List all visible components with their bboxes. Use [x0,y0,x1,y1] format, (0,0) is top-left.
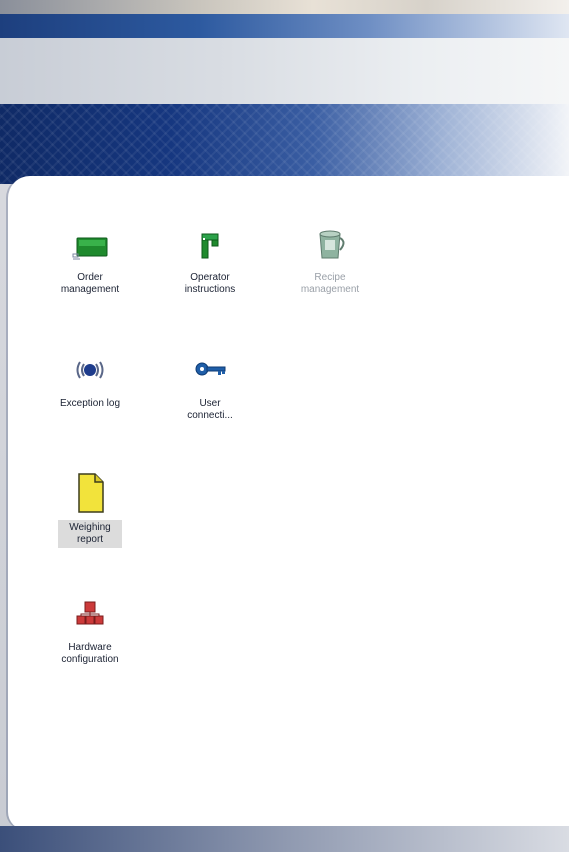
weighing-report-label: Weighing report [58,520,122,548]
signal-icon [70,352,110,392]
hardware-configuration-item[interactable]: Hardware configuration [48,596,132,668]
application-window: Order management Operator instructions R… [0,0,569,852]
green-folder-icon [70,226,110,266]
key-icon [190,352,230,392]
operator-instructions-label: Operator instructions [184,272,236,295]
document-icon [70,470,110,516]
exception-log-label: Exception log [59,398,121,409]
user-connection-item[interactable]: User connecti... [168,352,252,424]
header-area [0,38,569,104]
order-management-label: Order management [60,272,120,295]
bottom-bar [0,826,569,852]
operator-instructions-item[interactable]: Operator instructions [168,226,252,298]
recipe-management-item[interactable]: Recipe management [288,226,372,298]
recipe-management-label: Recipe management [300,272,360,295]
user-connection-label: User connecti... [187,398,233,421]
hardware-blocks-icon [70,596,110,636]
top-photo-strip [0,0,569,14]
green-pipe-icon [190,226,230,266]
hardware-configuration-label: Hardware configuration [61,642,119,665]
order-management-item[interactable]: Order management [48,226,132,298]
jug-icon [310,226,350,266]
exception-log-item[interactable]: Exception log [48,352,132,412]
title-bar [0,14,569,38]
header-banner [0,104,569,184]
weighing-report-item[interactable]: Weighing report [48,470,132,548]
